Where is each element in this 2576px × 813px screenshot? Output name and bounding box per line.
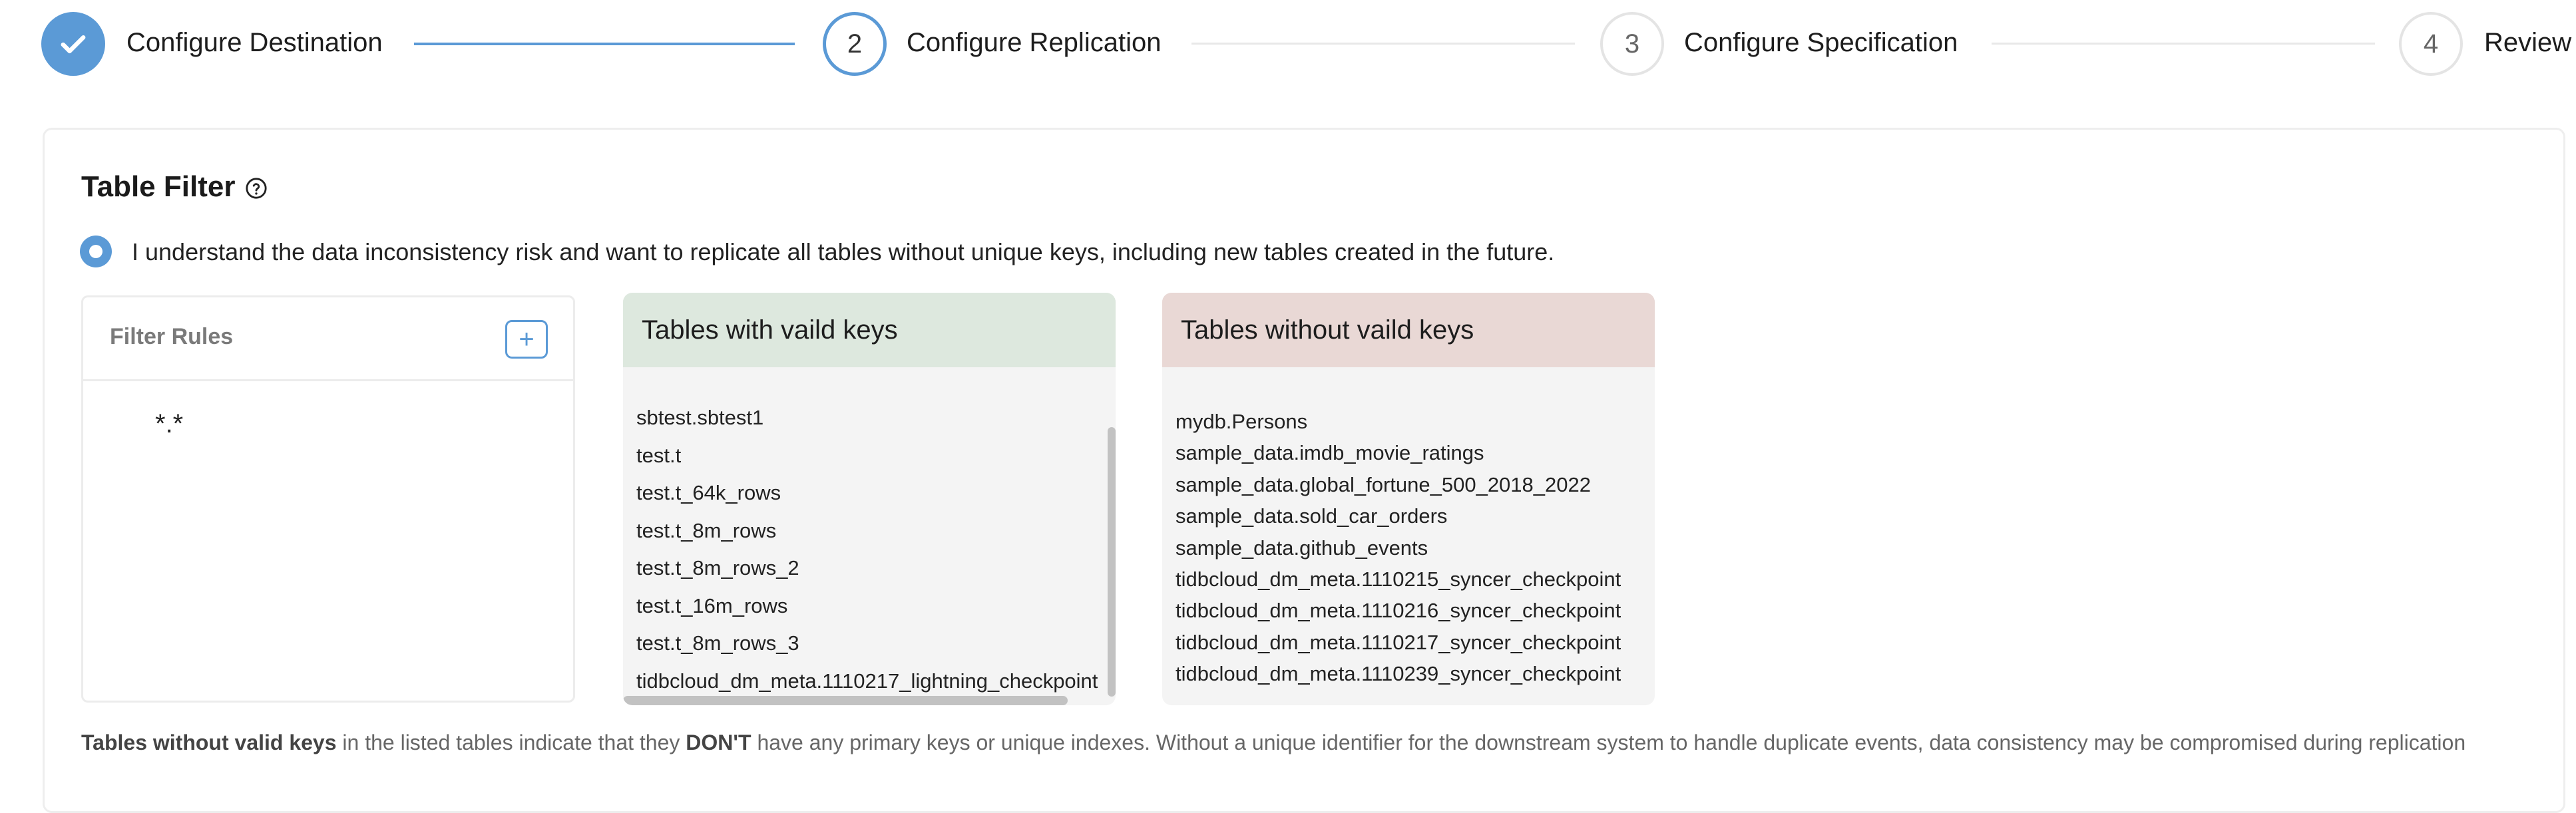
step-1-label[interactable]: Configure Destination [126, 28, 383, 58]
list-item: sample_data.imdb_movie_ratings [1176, 441, 1484, 465]
valid-tables-panel: Tables with vaild keys sbtest.sbtest1 te… [623, 293, 1116, 705]
list-item: sample_data.sold_car_orders [1176, 504, 1448, 528]
list-item: mydb.Persons [1176, 410, 1308, 433]
step-connector-1 [414, 43, 795, 45]
list-item: test.t_8m_rows_2 [636, 556, 799, 579]
step-4-number[interactable]: 4 [2399, 12, 2463, 76]
list-item: tidbcloud_dm_meta.1110215_syncer_checkpo… [1176, 567, 1621, 591]
risk-ack-radio[interactable] [80, 236, 112, 267]
filter-rules-panel: Filter Rules + *.* [81, 295, 575, 703]
list-item: tidbcloud_dm_meta.1110239_syncer_checkpo… [1176, 662, 1621, 686]
invalid-tables-list[interactable]: mydb.Persons sample_data.imdb_movie_rati… [1176, 406, 1641, 690]
stepper: Configure Destination 2 Configure Replic… [0, 0, 2576, 86]
filter-rules-header: Filter Rules + [83, 297, 573, 381]
list-item: tidbcloud_dm_meta.1110217_lightning_chec… [636, 669, 1098, 693]
section-title: Table Filter [81, 170, 236, 203]
valid-tables-list[interactable]: sbtest.sbtest1 test.t test.t_64k_rows te… [636, 399, 1116, 700]
list-item: tidbcloud_dm_meta.1110216_syncer_checkpo… [1176, 599, 1621, 623]
filter-rules-title: Filter Rules [110, 324, 234, 349]
footnote: Tables without valid keys in the listed … [81, 731, 2466, 755]
footnote-bold-term: Tables without valid keys [81, 731, 337, 754]
step-3-number[interactable]: 3 [1600, 12, 1664, 76]
risk-ack-label[interactable]: I understand the data inconsistency risk… [132, 238, 1554, 266]
step-4-label[interactable]: Review [2484, 28, 2571, 58]
radio-dot [89, 245, 103, 258]
horizontal-scrollbar[interactable] [623, 696, 1068, 705]
filter-rule-item[interactable]: *.* [155, 409, 183, 439]
add-rule-button[interactable]: + [505, 320, 548, 359]
step-1-check-icon[interactable] [41, 12, 105, 76]
list-item: test.t_16m_rows [636, 593, 788, 617]
step-2-number[interactable]: 2 [823, 12, 887, 76]
list-item: test.t_8m_rows_3 [636, 631, 799, 655]
footnote-text-1: in the listed tables indicate that they [336, 731, 686, 754]
list-item: test.t_8m_rows [636, 518, 777, 542]
list-item: sbtest.sbtest1 [636, 406, 764, 429]
step-2-label[interactable]: Configure Replication [907, 28, 1161, 58]
list-item: sample_data.github_events [1176, 536, 1428, 560]
list-item: tidbcloud_dm_meta.1110217_syncer_checkpo… [1176, 630, 1621, 654]
step-connector-2 [1191, 43, 1575, 45]
invalid-tables-panel: Tables without vaild keys mydb.Persons s… [1162, 293, 1655, 705]
step-3-label[interactable]: Configure Specification [1684, 28, 1958, 58]
valid-tables-title: Tables with vaild keys [623, 293, 1116, 367]
list-item: test.t_64k_rows [636, 481, 781, 504]
footnote-bold-dont: DON'T [686, 731, 751, 754]
footnote-text-2: have any primary keys or unique indexes.… [751, 731, 2466, 754]
list-item: test.t [636, 443, 682, 467]
invalid-tables-title: Tables without vaild keys [1162, 293, 1655, 367]
step-connector-3 [1992, 43, 2375, 45]
help-icon[interactable] [245, 177, 268, 203]
vertical-scrollbar[interactable] [1108, 427, 1116, 697]
list-item: sample_data.global_fortune_500_2018_2022 [1176, 472, 1591, 496]
